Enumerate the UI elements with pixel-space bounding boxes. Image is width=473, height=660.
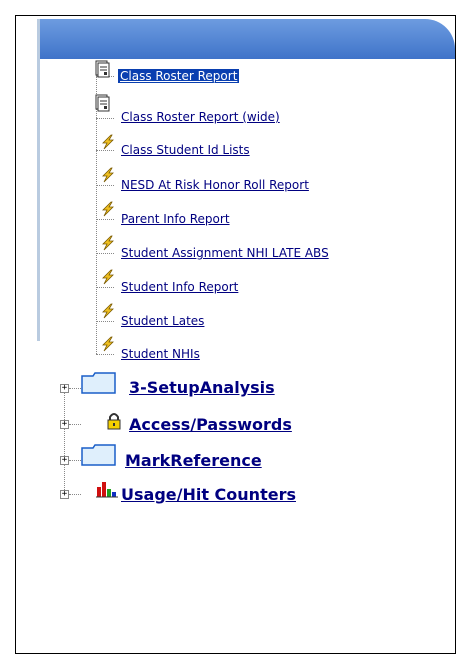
report-link[interactable]: Class Roster Report (wide) <box>121 110 280 124</box>
folder-link[interactable]: 3-SetupAnalysis <box>129 378 275 397</box>
expand-toggle[interactable]: + <box>60 420 69 429</box>
folder-link[interactable]: Usage/Hit Counters <box>121 485 296 504</box>
tree-line <box>96 321 114 322</box>
tree-line <box>96 219 114 220</box>
bar-chart-icon <box>96 482 118 498</box>
tree-line <box>96 354 114 355</box>
folder-link[interactable]: Access/Passwords <box>129 415 292 434</box>
report-link[interactable]: Student Info Report <box>121 280 238 294</box>
expand-toggle[interactable]: + <box>60 490 69 499</box>
lightning-icon <box>102 134 114 150</box>
panel-header <box>40 19 455 59</box>
folder-icon <box>81 444 116 466</box>
tree-line <box>64 384 65 494</box>
report-link[interactable]: Parent Info Report <box>121 212 230 226</box>
tree-line <box>96 72 97 354</box>
folder-icon <box>81 372 116 394</box>
tree-line <box>69 388 81 389</box>
lock-icon <box>107 413 121 430</box>
tree-line <box>96 185 114 186</box>
tree-line <box>96 118 114 119</box>
lightning-icon <box>102 336 114 352</box>
report-link[interactable]: Student NHIs <box>121 347 200 361</box>
report-doc-icon <box>95 60 110 78</box>
tree-line <box>96 150 114 151</box>
tree-line <box>96 287 114 288</box>
report-link[interactable]: Class Roster Report <box>118 69 240 83</box>
lightning-icon <box>102 303 114 319</box>
folder-link[interactable]: MarkReference <box>125 451 262 470</box>
lightning-icon <box>102 201 114 217</box>
tree-line <box>96 253 114 254</box>
tree-line <box>69 424 81 425</box>
tree-line <box>69 460 81 461</box>
report-link[interactable]: Student Lates <box>121 314 204 328</box>
report-link[interactable]: Class Student Id Lists <box>121 143 250 157</box>
lightning-icon <box>102 235 114 251</box>
report-link[interactable]: NESD At Risk Honor Roll Report <box>121 178 309 192</box>
report-doc-icon <box>95 94 110 112</box>
lightning-icon <box>102 167 114 183</box>
expand-toggle[interactable]: + <box>60 384 69 393</box>
expand-toggle[interactable]: + <box>60 456 69 465</box>
tree-line <box>69 494 81 495</box>
lightning-icon <box>102 269 114 285</box>
report-link[interactable]: Student Assignment NHI LATE ABS <box>121 246 329 260</box>
